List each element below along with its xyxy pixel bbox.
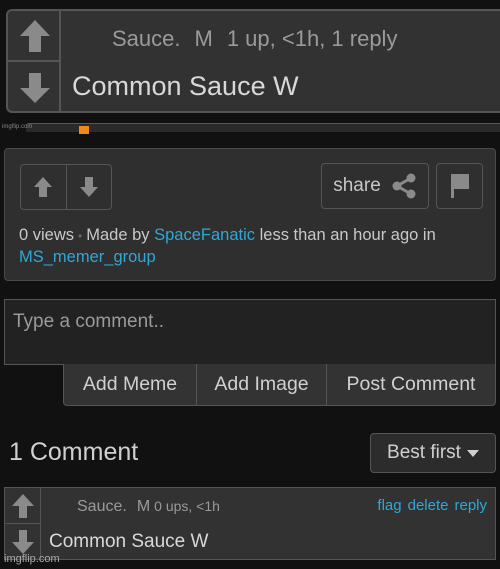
post-info-line: 0 views • Made by SpaceFanatic less than a… (19, 225, 489, 268)
add-meme-button[interactable]: Add Meme (64, 364, 196, 405)
comment-stats: 1 up, <1h, 1 reply (226, 26, 398, 51)
comment-stats: 0 ups, <1h (154, 498, 220, 514)
comment-meta: Sauce. M 0 ups, <1h (77, 498, 220, 516)
downvote-button[interactable] (8, 62, 61, 111)
reply-link[interactable]: reply (454, 497, 487, 514)
comment-text: Common Sauce W (49, 531, 209, 552)
arrow-up-icon (34, 177, 53, 197)
comment-item: Sauce. M 0 ups, <1h flag delete reply Common… (4, 487, 496, 560)
arrow-down-icon (11, 530, 34, 554)
arrow-down-icon (19, 72, 50, 103)
arrow-down-icon (79, 177, 98, 197)
view-count: 0 views (19, 226, 75, 244)
made-by-label: Made by (86, 226, 150, 244)
delete-link[interactable]: delete (408, 497, 449, 514)
post-vote-group (20, 164, 112, 210)
separator-dot: • (78, 229, 83, 243)
user-badge: M (136, 498, 151, 515)
caret-down-icon (466, 449, 479, 457)
author-link[interactable]: SpaceFanatic (154, 226, 255, 244)
share-icon (392, 173, 416, 199)
user-badge: M (194, 26, 213, 51)
share-button[interactable]: share (321, 163, 429, 209)
post-downvote-button[interactable] (65, 165, 111, 209)
top-comment-card: Sauce. M 1 up, <1h, 1 reply Common Sauce W (6, 9, 500, 113)
stream-link[interactable]: MS_memer_group (19, 248, 156, 266)
arrow-up-icon (19, 19, 50, 52)
watermark: imgflip.com (2, 124, 33, 130)
comment-input[interactable] (4, 299, 496, 365)
comments-count: 1 Comment (9, 438, 139, 466)
comment-username[interactable]: Sauce. (112, 26, 181, 51)
watermark: imgflip.com (4, 553, 60, 565)
scrubber-handle[interactable] (79, 126, 89, 134)
share-label: share (333, 175, 381, 196)
post-comment-button[interactable]: Post Comment (326, 364, 495, 405)
comment-username[interactable]: Sauce. (77, 498, 127, 515)
sort-selected: Best first (387, 442, 461, 463)
video-scrubber[interactable] (26, 123, 500, 132)
sort-dropdown[interactable]: Best first (370, 433, 496, 473)
comment-upvote-button[interactable] (5, 488, 41, 524)
flag-link[interactable]: flag (377, 497, 401, 514)
comment-actions: flag delete reply (371, 497, 487, 514)
comment-meta: Sauce. M 1 up, <1h, 1 reply (112, 26, 397, 52)
post-upvote-button[interactable] (21, 165, 66, 209)
time-text: less than an hour ago in (259, 226, 436, 244)
comment-text: Common Sauce W (72, 71, 299, 101)
comment-action-bar: Add Meme Add Image Post Comment (63, 364, 496, 406)
post-info-card: share 0 views • Made by SpaceFanatic less … (4, 148, 496, 281)
flag-icon (450, 174, 469, 198)
upvote-button[interactable] (8, 11, 61, 62)
flag-button[interactable] (436, 163, 483, 209)
add-image-button[interactable]: Add Image (196, 364, 326, 405)
arrow-up-icon (11, 493, 34, 518)
vote-column (8, 11, 61, 111)
